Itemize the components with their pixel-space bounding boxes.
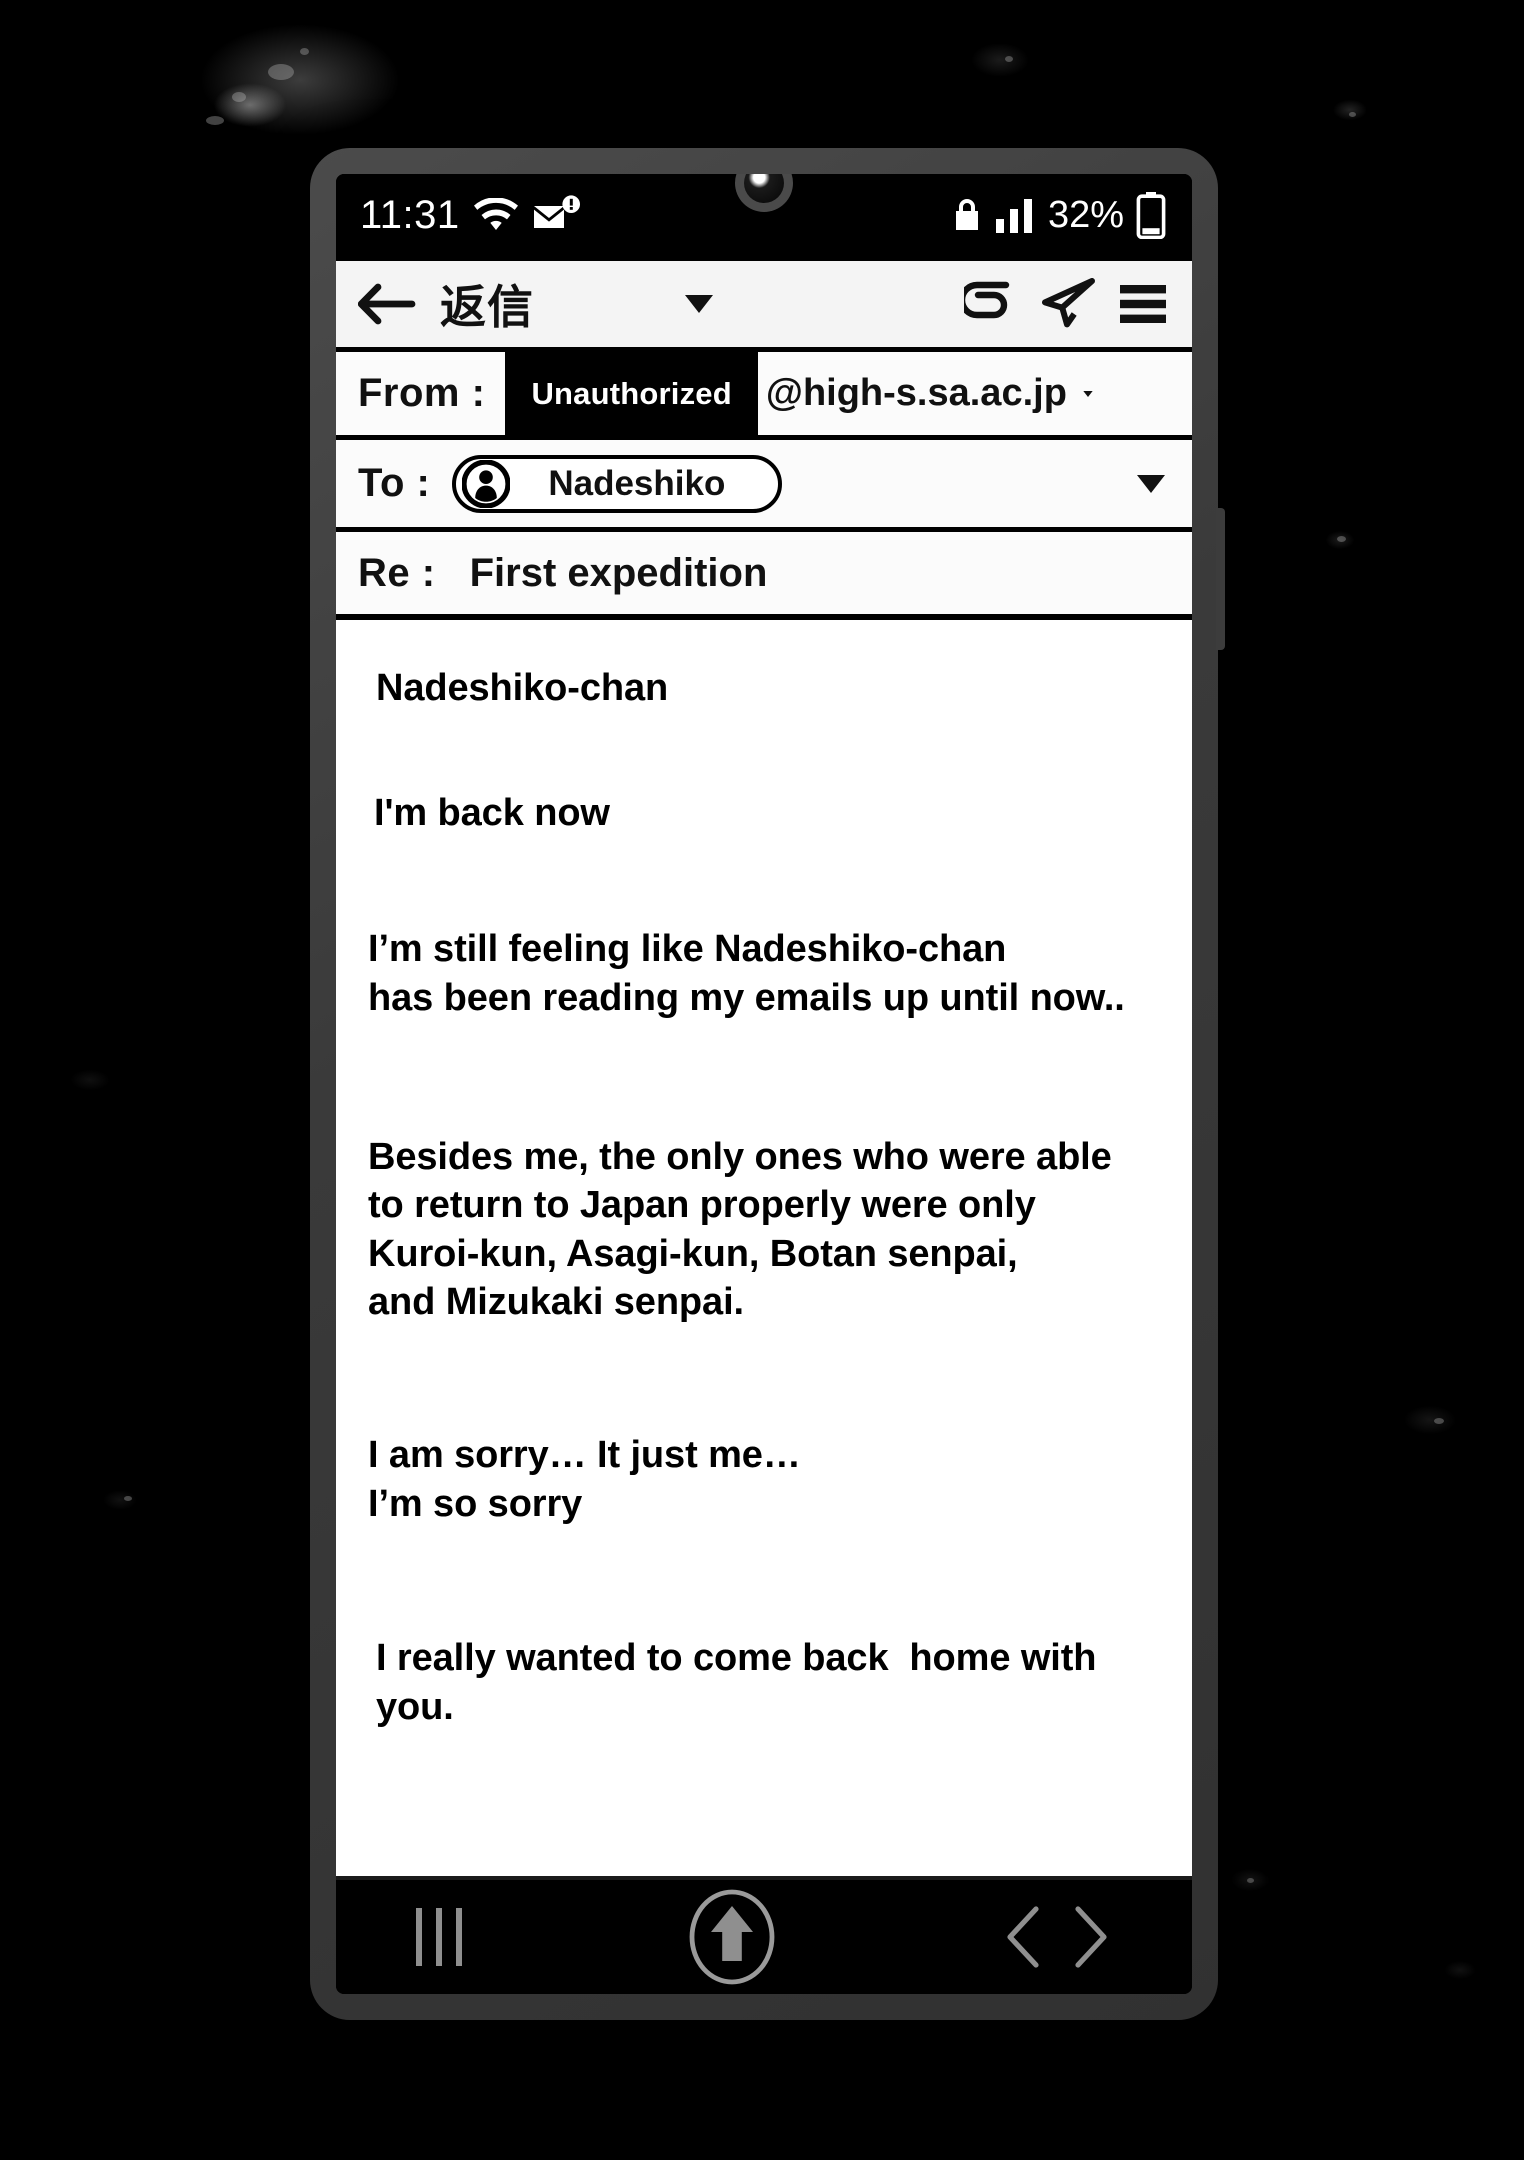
- compose-toolbar: 返信: [336, 256, 1192, 352]
- subject-field-row[interactable]: Re : First expedition: [336, 532, 1192, 620]
- wifi-icon: [473, 198, 518, 231]
- recipient-chip[interactable]: Nadeshiko: [452, 454, 783, 513]
- body-line-back: I'm back now: [374, 791, 610, 834]
- from-redacted-value: Unauthorized: [505, 352, 758, 435]
- chevron-right-icon[interactable]: [1068, 1905, 1112, 1969]
- status-bar-right: 32%: [952, 191, 1166, 239]
- chevron-down-icon[interactable]: [684, 293, 714, 315]
- mail-compose-app: 返信 From: Unauthorized @high-s.sa.ac.jp …: [336, 256, 1192, 1876]
- from-label: From :: [358, 371, 486, 415]
- status-clock: 11:31: [360, 193, 460, 237]
- subject-value: First expedition: [469, 550, 768, 595]
- from-field-row[interactable]: From : Unauthorized @high-s.sa.ac.jp: [336, 352, 1192, 440]
- toolbar-actions: [964, 278, 1174, 330]
- battery-low-icon: [1136, 192, 1166, 239]
- signal-bars-icon: [995, 199, 1032, 233]
- battery-percent-label: 32%: [1047, 194, 1124, 236]
- send-paper-plane-icon[interactable]: [1040, 278, 1096, 330]
- recipient-name: Nadeshiko: [548, 463, 726, 503]
- body-paragraph-members: Besides me, the only ones who were able …: [368, 1135, 1112, 1324]
- from-domain: @high-s.sa.ac.jp: [765, 372, 1067, 414]
- power-button[interactable]: [1216, 508, 1225, 650]
- contact-avatar-icon: [462, 459, 511, 508]
- status-bar-left: 11:31: [360, 195, 582, 235]
- front-camera-punch-hole: [735, 174, 793, 212]
- hamburger-menu-icon[interactable]: [1118, 282, 1168, 326]
- body-paragraph-sorry: I am sorry… It just me… I’m so sorry: [368, 1434, 801, 1525]
- to-label: To :: [358, 461, 431, 505]
- chevron-down-icon[interactable]: [1083, 383, 1113, 405]
- status-bar: 11:31 32%: [336, 174, 1192, 256]
- body-greeting: Nadeshiko-chan: [376, 667, 669, 709]
- nav-chevrons: [1002, 1905, 1112, 1969]
- mail-alert-icon: [533, 195, 580, 228]
- toolbar-title: 返信: [440, 281, 534, 333]
- body-paragraph-home: I really wanted to come back home with y…: [376, 1637, 1107, 1728]
- lock-icon: [955, 199, 978, 230]
- mail-body-editor[interactable]: Nadeshiko-chan I'm back now I’m still fe…: [336, 620, 1192, 1876]
- phone-device: 11:31 32% 返信 From: Unauthorized @high-s…: [310, 148, 1225, 2020]
- subject-label: Re :: [358, 550, 436, 595]
- to-field-row[interactable]: To : Nadeshiko: [336, 440, 1192, 532]
- system-navigation-bar: [336, 1876, 1192, 1994]
- chevron-down-icon[interactable]: [1136, 473, 1166, 495]
- attachment-icon[interactable]: [964, 279, 1018, 329]
- phone-screen: 11:31 32% 返信 From: Unauthorized @high-s…: [336, 174, 1192, 1994]
- recents-bars-icon[interactable]: [416, 1908, 462, 1966]
- chevron-left-icon[interactable]: [1002, 1905, 1046, 1969]
- body-paragraph-feeling: I’m still feeling like Nadeshiko-chan ha…: [368, 928, 1125, 1019]
- home-up-arrow-icon[interactable]: [689, 1889, 775, 1985]
- back-arrow-icon[interactable]: [358, 280, 416, 328]
